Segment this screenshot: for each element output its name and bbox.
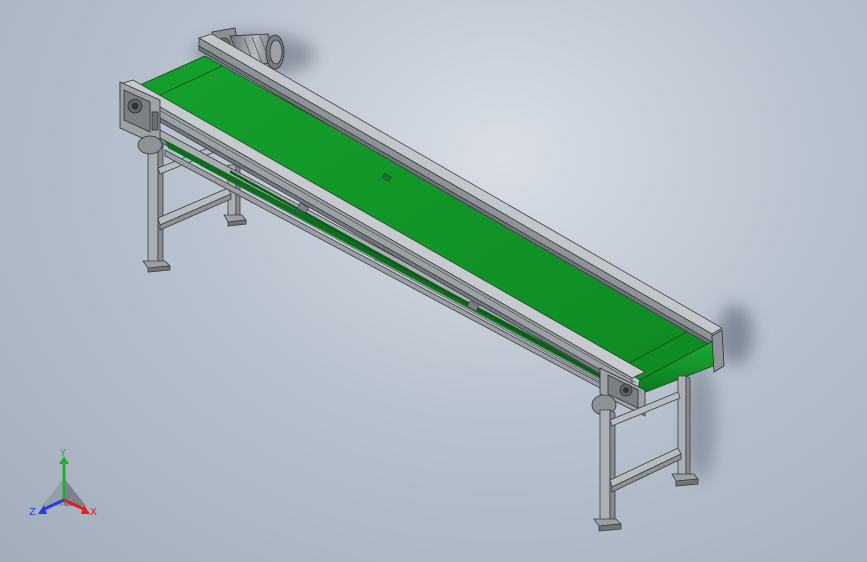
- conveyor-model-view[interactable]: [0, 0, 867, 562]
- near-side-rail[interactable]: [119, 79, 646, 393]
- cad-viewport[interactable]: Y X Z: [0, 0, 867, 562]
- triad-z-label: Z: [29, 507, 36, 518]
- triad-y-label: Y: [59, 448, 67, 459]
- triad-x-label: X: [90, 507, 97, 518]
- view-orientation-triad[interactable]: Y X Z: [24, 448, 104, 524]
